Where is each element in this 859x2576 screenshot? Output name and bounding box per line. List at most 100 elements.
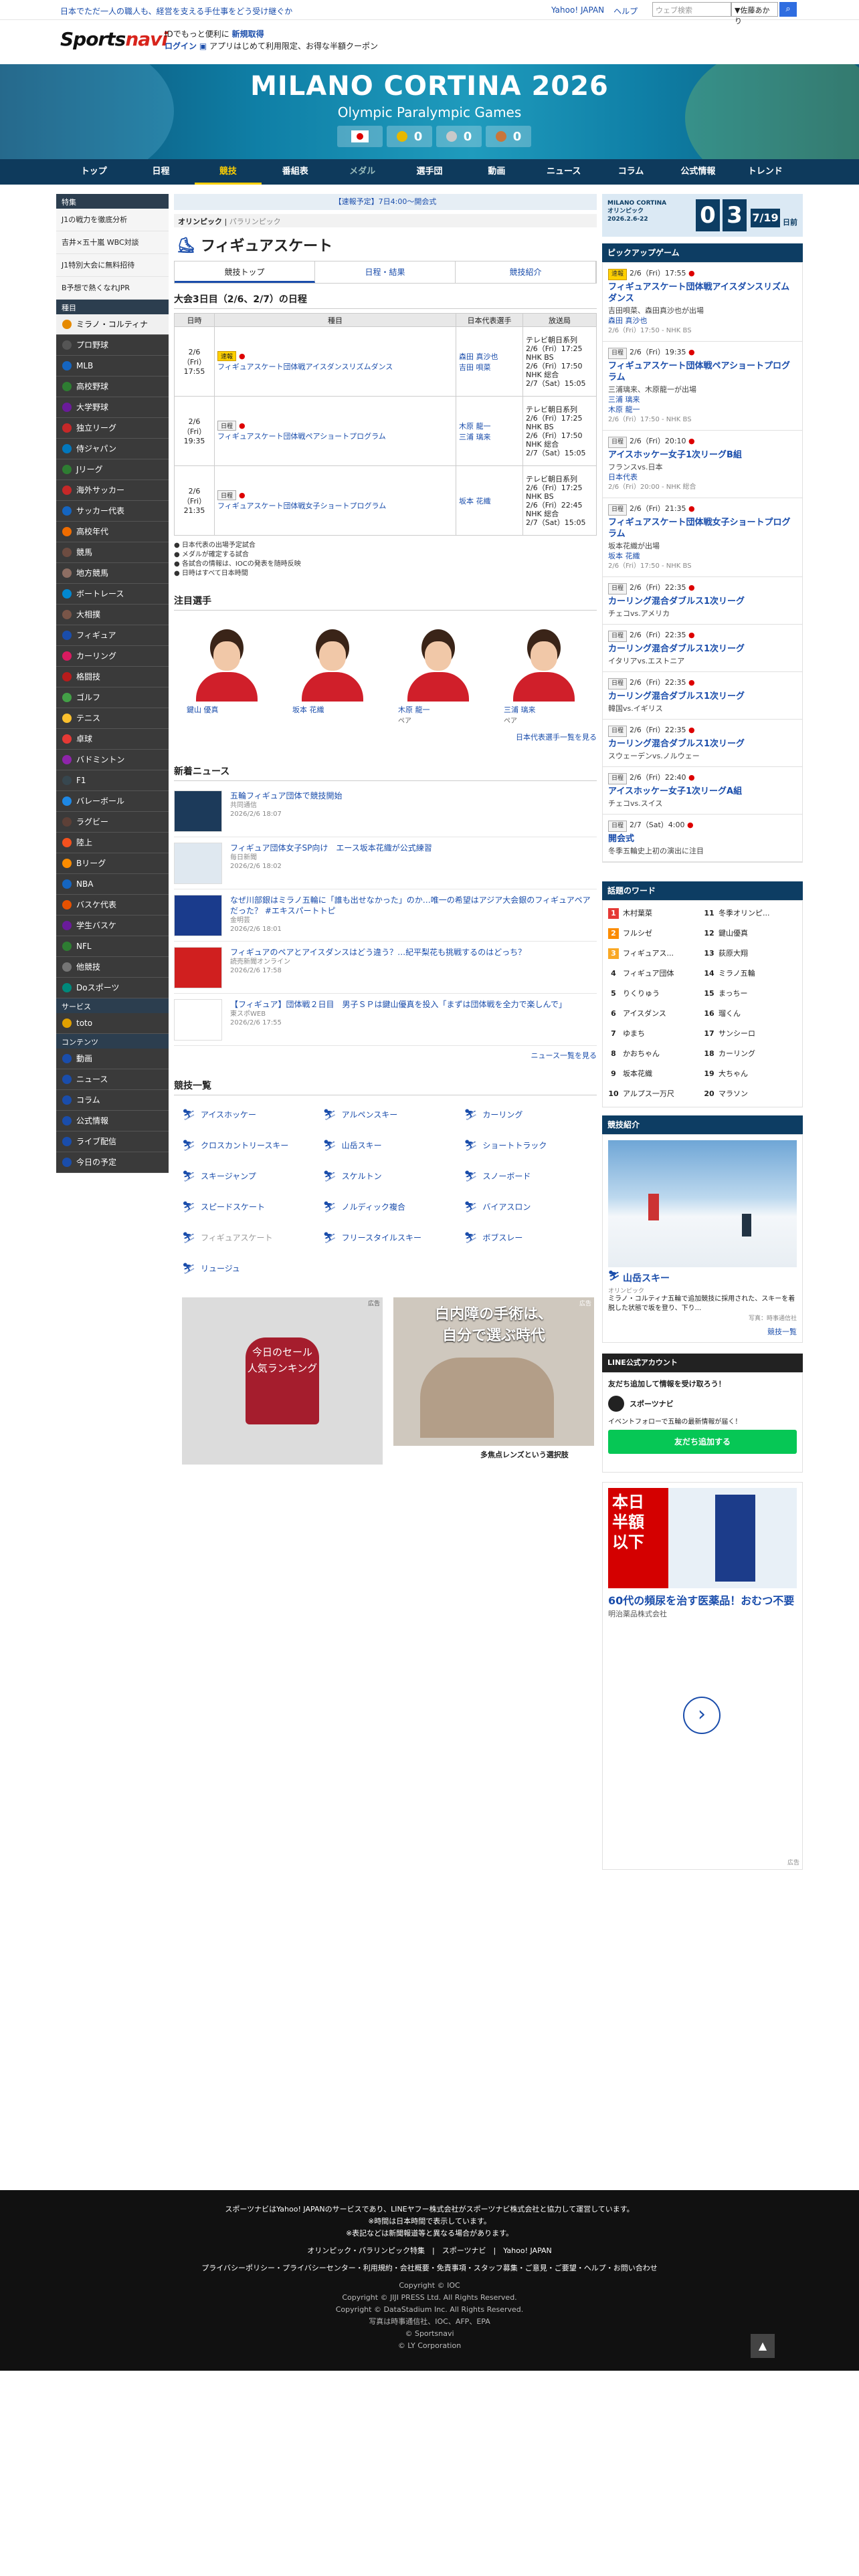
nav-sports[interactable]: 競技 bbox=[194, 159, 262, 185]
sidebar-sport-item[interactable]: 侍ジャパン bbox=[56, 439, 169, 459]
tab-schedule-results[interactable]: 日程・結果 bbox=[315, 261, 456, 283]
pickup-game[interactable]: 日程 2/6（Fri）19:35 ● フィギュアスケート団体戦ペアショートプログラム… bbox=[603, 342, 802, 431]
olympics-hero-banner[interactable]: MILANO CORTINA 2026 Olympic Paralympic G… bbox=[0, 64, 859, 159]
sidebar-sport-item[interactable]: 高校野球 bbox=[56, 377, 169, 397]
trending-word[interactable]: 20 マラソン bbox=[702, 1084, 798, 1104]
nav-video[interactable]: 動画 bbox=[463, 159, 530, 185]
pickup-game[interactable]: 日程 2/6（Fri）22:40 ● アイスホッケー女子1次リーグA組 チェコvs.ス… bbox=[603, 767, 802, 815]
sidebar-content-item[interactable]: 公式情報 bbox=[56, 1111, 169, 1132]
pickup-game[interactable]: 日程 2/6（Fri）22:35 ● カーリング混合ダブルス1次リーグ チェコvs.ア… bbox=[603, 577, 802, 625]
sidebar-sport-item[interactable]: 卓球 bbox=[56, 729, 169, 750]
nav-medals[interactable]: メダル bbox=[328, 159, 395, 185]
news-item[interactable]: 【フィギュア】団体戦２日目 男子ＳＰは鍵山優真を投入「まずは団体戦を全力で楽しん… bbox=[174, 994, 597, 1046]
trending-word[interactable]: 6 アイスダンス bbox=[607, 1004, 702, 1024]
sidebar-sport-item[interactable]: ボートレース bbox=[56, 584, 169, 605]
breaking-notice[interactable]: 【速報予定】7日4:00〜開会式 bbox=[174, 194, 597, 210]
sidebar-service-toto[interactable]: toto bbox=[56, 1013, 169, 1034]
help-link[interactable]: ヘルプ bbox=[613, 5, 638, 17]
sidebar-sport-item[interactable]: 独立リーグ bbox=[56, 418, 169, 439]
sport-link[interactable]: ⛷ クロスカントリースキー bbox=[174, 1130, 315, 1161]
nav-official[interactable]: 公式情報 bbox=[664, 159, 731, 185]
trending-word[interactable]: 13 荻原大翔 bbox=[702, 944, 798, 964]
sidebar-sport-item[interactable]: ミラノ・コルティナ bbox=[56, 314, 169, 335]
trending-word[interactable]: 9 坂本花織 bbox=[607, 1064, 702, 1084]
sidebar-sport-item[interactable]: 海外サッカー bbox=[56, 480, 169, 501]
trending-word[interactable]: 18 カーリング bbox=[702, 1044, 798, 1064]
sport-intro-card[interactable]: ⛷ 山岳スキー オリンピック ミラノ・コルティナ五輪で追加競技に採用された、スキー… bbox=[602, 1134, 803, 1343]
register-link[interactable]: 新規取得 bbox=[232, 29, 264, 39]
nav-team[interactable]: 選手団 bbox=[396, 159, 463, 185]
trending-word[interactable]: 11 冬季オリンピ... bbox=[702, 903, 798, 924]
sport-link[interactable]: ⛷ ノルディック複合 bbox=[315, 1192, 456, 1222]
back-to-top-icon[interactable]: ▲ bbox=[751, 2334, 775, 2358]
sidebar-sport-item[interactable]: バスケ代表 bbox=[56, 895, 169, 916]
trending-word[interactable]: 17 サンシーロ bbox=[702, 1024, 798, 1044]
player-link[interactable]: 坂本 花織 bbox=[456, 465, 523, 536]
player-link[interactable]: 木原 龍一 三浦 璃来 bbox=[456, 396, 523, 466]
tab-sport-intro[interactable]: 競技紹介 bbox=[456, 261, 596, 283]
sidebar-content-item[interactable]: 今日の予定 bbox=[56, 1152, 169, 1173]
sidebar-sport-item[interactable]: サッカー代表 bbox=[56, 501, 169, 522]
crumb-paralympic[interactable]: パラリンピック bbox=[229, 217, 281, 226]
trending-word[interactable]: 14 ミラノ五輪 bbox=[702, 964, 798, 984]
yahoo-link[interactable]: Yahoo! JAPAN bbox=[551, 5, 604, 17]
trending-word[interactable]: 1 木村葉菜 bbox=[607, 903, 702, 924]
news-item[interactable]: フィギュアのペアとアイスダンスはどう違う？…紀平梨花も挑戦するのはどっち？ 読売新… bbox=[174, 942, 597, 994]
schedule-row[interactable]: 2/6（Fri） 17:55 速報 ● フィギュアスケート団体戦アイスダンスリズムダン… bbox=[174, 326, 597, 397]
sport-link[interactable]: ⛷ アルペンスキー bbox=[315, 1099, 456, 1130]
sidebar-feature[interactable]: J1特別大会に無料招待 bbox=[56, 254, 169, 277]
pickup-game[interactable]: 日程 2/7（Sat）4:00 ● 開会式 冬季五輪史上初の演出に注目 bbox=[603, 815, 802, 862]
nav-tv[interactable]: 番組表 bbox=[262, 159, 328, 185]
sidebar-content-item[interactable]: コラム bbox=[56, 1090, 169, 1111]
sidebar-sport-item[interactable]: NBA bbox=[56, 874, 169, 895]
sidebar-sport-item[interactable]: F1 bbox=[56, 770, 169, 791]
ad-cataract[interactable]: 白内障の手術は、 自分で選ぶ時代 多焦点レンズという選択肢 広告 bbox=[393, 1297, 594, 1465]
sport-link[interactable]: ⛷ スノーボード bbox=[456, 1161, 597, 1192]
player-link[interactable]: 森田 真沙也 吉田 唄菜 bbox=[456, 326, 523, 397]
schedule-row[interactable]: 2/6（Fri） 19:35 日程 ● フィギュアスケート団体戦ペアショートプログラム… bbox=[174, 396, 597, 466]
pickup-game[interactable]: 日程 2/6（Fri）22:35 ● カーリング混合ダブルス1次リーグ イタリアvs.… bbox=[603, 625, 802, 672]
trending-word[interactable]: 7 ゆまち bbox=[607, 1024, 702, 1044]
nav-top[interactable]: トップ bbox=[60, 159, 127, 185]
sport-link[interactable]: ⛷ フリースタイルスキー bbox=[315, 1222, 456, 1253]
footer-links-primary[interactable]: オリンピック・パラリンピック特集 | スポーツナビ | Yahoo! JAPAN bbox=[0, 2245, 859, 2257]
ad-apparel[interactable]: 今日のセール 人気ランキング 広告 bbox=[182, 1297, 383, 1465]
athlete-card[interactable]: 鍵山 優真 bbox=[187, 621, 267, 725]
sport-link[interactable]: ⛷ リュージュ bbox=[174, 1253, 315, 1284]
sidebar-sport-item[interactable]: 地方競馬 bbox=[56, 563, 169, 584]
sidebar-sport-item[interactable]: 陸上 bbox=[56, 833, 169, 853]
sidebar-sport-item[interactable]: NFL bbox=[56, 936, 169, 957]
search-input[interactable]: ウェブ検索 bbox=[652, 2, 731, 17]
trending-word[interactable]: 2 フルシゼ bbox=[607, 924, 702, 944]
login-link[interactable]: ログイン bbox=[165, 41, 197, 51]
sport-link[interactable]: ⛷ 山岳スキー bbox=[315, 1130, 456, 1161]
pickup-game[interactable]: 日程 2/6（Fri）21:35 ● フィギュアスケート団体戦女子ショートプログラム… bbox=[603, 498, 802, 577]
nav-trend[interactable]: トレンド bbox=[732, 159, 799, 185]
trending-word[interactable]: 12 鍵山優真 bbox=[702, 924, 798, 944]
sidebar-feature[interactable]: J1の戦力を徹底分析 bbox=[56, 209, 169, 231]
sidebar-content-item[interactable]: 動画 bbox=[56, 1049, 169, 1069]
pickup-game[interactable]: 日程 2/6（Fri）22:35 ● カーリング混合ダブルス1次リーグ スウェーデンv… bbox=[603, 720, 802, 767]
trending-word[interactable]: 10 アルプス一万尺 bbox=[607, 1084, 702, 1104]
sport-link[interactable]: ⛷ ボブスレー bbox=[456, 1222, 597, 1253]
event-link[interactable]: フィギュアスケート団体戦ペアショートプログラム bbox=[217, 432, 386, 441]
news-more-link[interactable]: ニュース一覧を見る bbox=[531, 1051, 597, 1060]
intro-more-link[interactable]: 競技一覧 bbox=[767, 1327, 797, 1336]
athlete-card[interactable]: 木原 龍一 ペア bbox=[398, 621, 478, 725]
trending-word[interactable]: 19 大ちゃん bbox=[702, 1064, 798, 1084]
sidebar-feature[interactable]: B予想で熱くなれJPR bbox=[56, 277, 169, 300]
athlete-card[interactable]: 坂本 花織 bbox=[292, 621, 373, 725]
trending-word[interactable]: 8 かおちゃん bbox=[607, 1044, 702, 1064]
sport-link[interactable]: ⛷ スキージャンプ bbox=[174, 1161, 315, 1192]
sidebar-feature[interactable]: 吉井×五十嵐 WBC対談 bbox=[56, 231, 169, 254]
athlete-card[interactable]: 三浦 璃来 ペア bbox=[504, 621, 584, 725]
news-item[interactable]: なぜ川部銀はミラノ五輪に「誰も出せなかった」のか…唯一の希望はアジア大会銀のフィ… bbox=[174, 889, 597, 942]
all-athletes-link[interactable]: 日本代表選手一覧を見る bbox=[516, 733, 597, 742]
carousel-next-icon[interactable]: › bbox=[683, 1697, 721, 1734]
sidebar-sport-item[interactable]: 大相撲 bbox=[56, 605, 169, 625]
event-link[interactable]: フィギュアスケート団体戦女子ショートプログラム bbox=[217, 502, 386, 510]
sidebar-sport-item[interactable]: フィギュア bbox=[56, 625, 169, 646]
sport-link[interactable]: ⛷ スピードスケート bbox=[174, 1192, 315, 1222]
trending-word[interactable]: 16 瑠くん bbox=[702, 1004, 798, 1024]
search-scope-select[interactable]: ▼佐藤あかり bbox=[731, 2, 778, 25]
